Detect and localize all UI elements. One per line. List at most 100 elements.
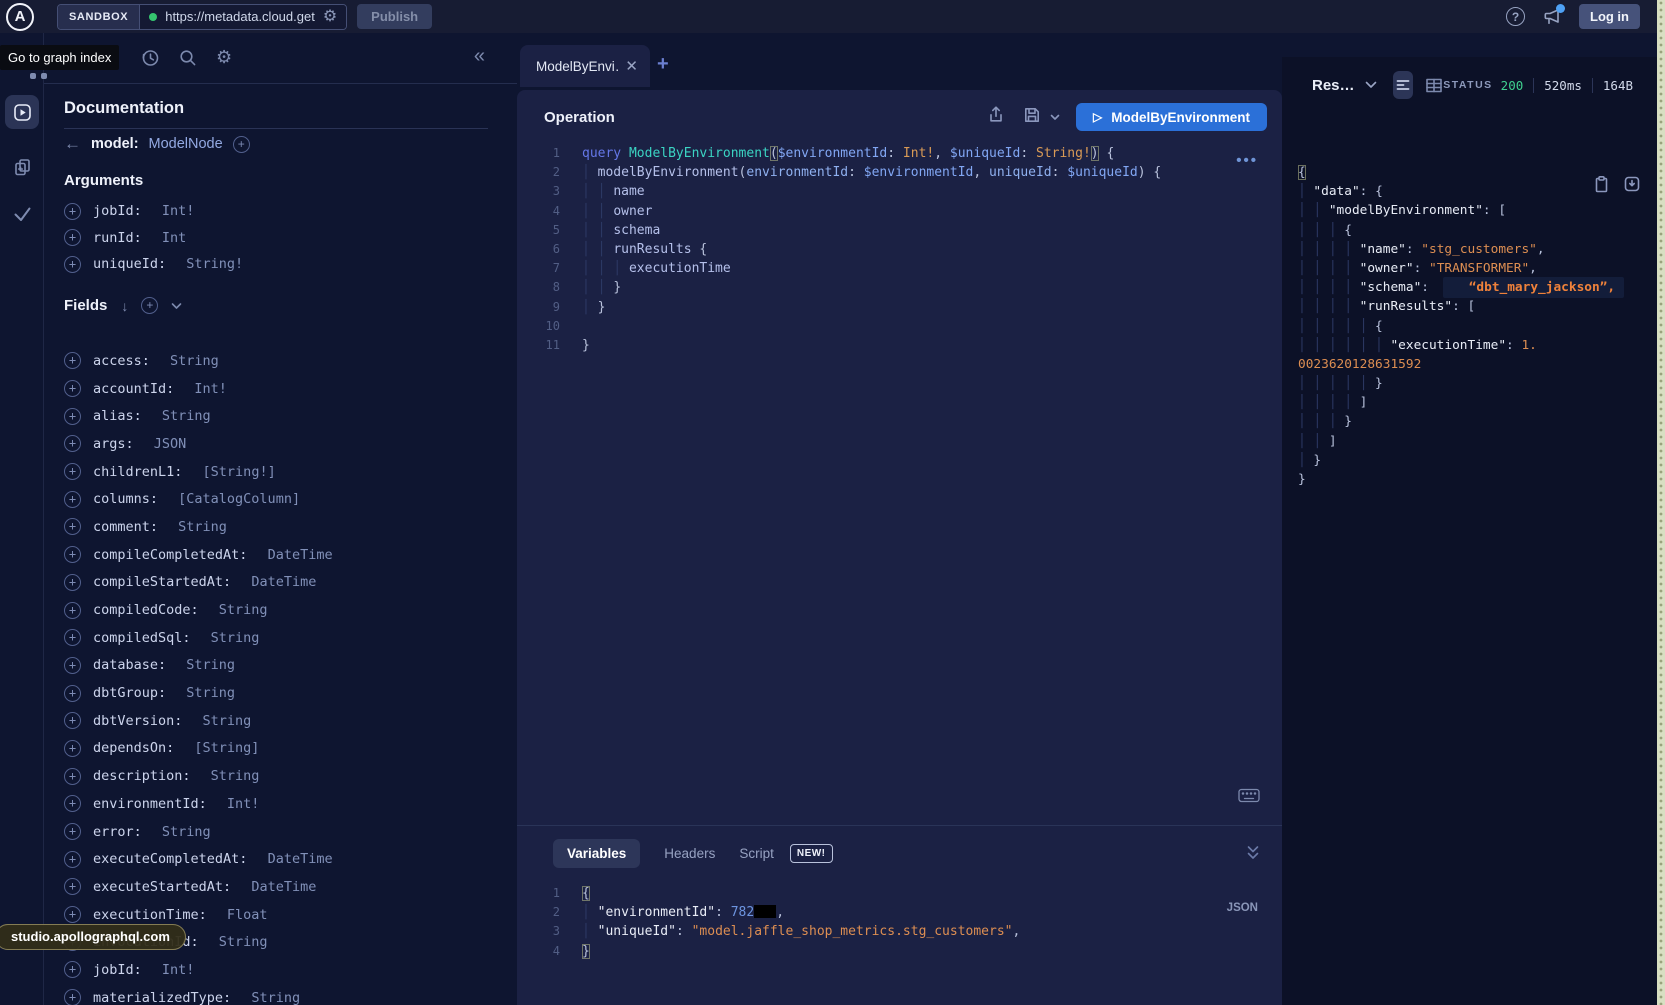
close-tab-icon[interactable]: ✕ (625, 57, 638, 75)
add-to-query-icon[interactable]: + (64, 878, 81, 895)
operation-code[interactable]: query ModelByEnvironment($environmentId:… (582, 144, 1161, 355)
collapse-variables-icon[interactable] (1246, 844, 1260, 862)
docs-row[interactable]: +description: String (64, 762, 517, 790)
docs-row-type[interactable]: Int! (227, 796, 260, 812)
login-button[interactable]: Log in (1579, 4, 1640, 29)
add-to-query-icon[interactable]: + (64, 823, 81, 840)
publish-button[interactable]: Publish (357, 4, 432, 29)
add-to-query-icon[interactable]: + (64, 685, 81, 702)
docs-row[interactable]: +jobId: Int! (64, 956, 517, 984)
operation-editor[interactable]: 1234567891011 query ModelByEnvironment($… (517, 144, 1282, 355)
docs-row-type[interactable]: Float (227, 907, 268, 923)
add-to-query-icon[interactable]: + (64, 203, 81, 220)
docs-row[interactable]: +dependsOn: [String] (64, 735, 517, 763)
response-body[interactable]: {│ "data": {│ │ "modelByEnvironment": [│… (1298, 163, 1624, 489)
docs-row-type[interactable]: DateTime (251, 574, 316, 590)
docs-row-type[interactable]: String (170, 353, 219, 369)
docs-row[interactable]: +runId: Int (64, 225, 517, 252)
docs-row-type[interactable]: String (219, 934, 268, 950)
add-to-query-icon[interactable]: + (64, 961, 81, 978)
docs-row[interactable]: +uniqueId: String! (64, 251, 517, 278)
docs-row-type[interactable]: Int! (194, 381, 227, 397)
add-to-query-icon[interactable]: + (64, 712, 81, 729)
new-tab-button[interactable]: + (657, 53, 669, 76)
docs-row-type[interactable]: String (162, 408, 211, 424)
docs-row-type[interactable]: DateTime (268, 547, 333, 563)
sort-fields-icon[interactable]: ↓ (121, 298, 128, 314)
table-view-toggle[interactable] (1425, 77, 1443, 94)
docs-row-type[interactable]: String (219, 602, 268, 618)
add-to-query-icon[interactable]: + (64, 229, 81, 246)
download-response-icon[interactable] (1623, 175, 1641, 199)
docs-row[interactable]: +args: JSON (64, 430, 517, 458)
sidebar-item-explorer[interactable] (5, 95, 39, 129)
share-operation-icon[interactable] (987, 105, 1005, 129)
docs-row[interactable]: +environmentId: Int! (64, 790, 517, 818)
add-type-icon[interactable]: + (233, 136, 250, 153)
docs-row-type[interactable]: String (178, 519, 227, 535)
docs-row[interactable]: +jobId: Int! (64, 198, 517, 225)
docs-row[interactable]: +columns: [CatalogColumn] (64, 485, 517, 513)
chevron-down-icon[interactable] (171, 302, 182, 310)
docs-row-type[interactable]: String (203, 713, 252, 729)
add-to-query-icon[interactable]: + (64, 768, 81, 785)
docs-row[interactable]: +materializedType: String (64, 984, 517, 1005)
add-to-query-icon[interactable]: + (64, 435, 81, 452)
docs-row-type[interactable]: String (186, 685, 235, 701)
docs-row[interactable]: +comment: String (64, 513, 517, 541)
docs-row-type[interactable]: [String!] (203, 464, 276, 480)
add-to-query-icon[interactable]: + (64, 629, 81, 646)
docs-row-type[interactable]: String (211, 768, 260, 784)
back-arrow-icon[interactable]: ← (64, 134, 81, 154)
docs-row-type[interactable]: Int (162, 230, 186, 246)
run-operation-button[interactable]: ▷ ModelByEnvironment (1076, 103, 1267, 131)
history-icon[interactable] (140, 48, 160, 68)
docs-type-link[interactable]: ModelNode (149, 136, 223, 152)
docs-row[interactable]: +executeCompletedAt: DateTime (64, 845, 517, 873)
add-to-query-icon[interactable]: + (64, 740, 81, 757)
response-dropdown-chevron-icon[interactable] (1365, 81, 1377, 89)
docs-row-type[interactable]: DateTime (268, 851, 333, 867)
add-to-query-icon[interactable]: + (64, 491, 81, 508)
docs-row-type[interactable]: String (186, 657, 235, 673)
docs-row-type[interactable]: String (162, 824, 211, 840)
docs-row[interactable]: +alias: String (64, 402, 517, 430)
add-to-query-icon[interactable]: + (64, 256, 81, 273)
announcements-icon[interactable] (1542, 8, 1562, 26)
docs-row[interactable]: +database: String (64, 652, 517, 680)
docs-row-type[interactable]: String! (186, 256, 243, 272)
docs-row[interactable]: +accountId: Int! (64, 375, 517, 403)
operation-tab[interactable]: ModelByEnvi… ✕ (520, 45, 650, 87)
tree-view-toggle[interactable] (1393, 71, 1414, 99)
endpoint-settings-icon[interactable]: ⚙ (323, 9, 337, 25)
apollo-logo[interactable]: A (6, 3, 34, 31)
page-edge-scroll-strip[interactable] (1657, 0, 1665, 1005)
docs-row[interactable]: +compileCompletedAt: DateTime (64, 541, 517, 569)
help-icon[interactable]: ? (1506, 7, 1525, 26)
add-to-query-icon[interactable]: + (64, 546, 81, 563)
sidebar-item-checks[interactable] (12, 205, 33, 223)
tab-variables[interactable]: Variables (553, 839, 640, 868)
add-to-query-icon[interactable]: + (64, 463, 81, 480)
add-to-query-icon[interactable]: + (64, 851, 81, 868)
docs-row-type[interactable]: JSON (154, 436, 187, 452)
add-to-query-icon[interactable]: + (64, 518, 81, 535)
add-to-query-icon[interactable]: + (64, 352, 81, 369)
docs-row[interactable]: +compiledCode: String (64, 596, 517, 624)
docs-row[interactable]: +error: String (64, 818, 517, 846)
variables-editor[interactable]: 1234 {│ "environmentId": 782,│ "uniqueId… (517, 884, 1020, 961)
tab-script[interactable]: Script (739, 846, 774, 861)
docs-row[interactable]: +childrenL1: [String!] (64, 458, 517, 486)
docs-row[interactable]: +compiledSql: String (64, 624, 517, 652)
docs-row-type[interactable]: [CatalogColumn] (178, 491, 300, 507)
add-all-fields-icon[interactable]: + (141, 297, 158, 314)
operation-kebab-menu-icon[interactable]: ••• (1236, 152, 1258, 169)
docs-row-type[interactable]: String (211, 630, 260, 646)
variables-code[interactable]: {│ "environmentId": 782,│ "uniqueId": "m… (582, 884, 1020, 961)
docs-row-type[interactable]: String (251, 990, 300, 1005)
add-to-query-icon[interactable]: + (64, 408, 81, 425)
docs-settings-icon[interactable]: ⚙ (216, 48, 232, 67)
save-operation-icon[interactable] (1023, 106, 1041, 129)
save-dropdown-chevron-icon[interactable] (1050, 108, 1060, 126)
tab-headers[interactable]: Headers (664, 846, 715, 861)
